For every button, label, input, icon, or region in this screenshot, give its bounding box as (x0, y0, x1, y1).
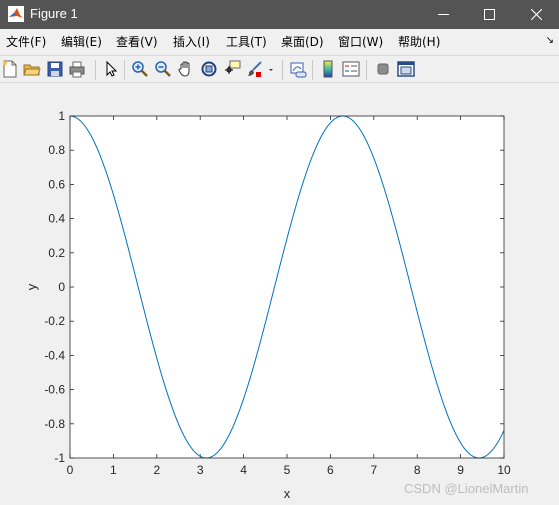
maximize-icon (484, 9, 495, 20)
x-tick-label: 1 (110, 463, 117, 477)
x-tick-label: 2 (153, 463, 160, 477)
zoom-in-button[interactable] (131, 60, 149, 78)
brush-dropdown-button[interactable] (266, 60, 276, 78)
hide-plot-tools-button[interactable] (374, 60, 392, 78)
toolbar-separator (366, 60, 367, 80)
zoom-out-icon (155, 61, 171, 77)
link-plot-button[interactable] (289, 60, 307, 78)
x-tick-labels: 0 1 2 3 4 5 6 7 8 9 10 (67, 463, 511, 477)
insert-legend-button[interactable] (342, 60, 360, 78)
menu-file[interactable]: 文件(F) (6, 34, 46, 50)
menu-edit[interactable]: 编辑(E) (61, 34, 102, 50)
menu-help[interactable]: 帮助(H) (398, 34, 440, 50)
legend-icon (342, 61, 360, 77)
data-cursor-button[interactable] (223, 60, 241, 78)
pointer-icon (106, 60, 118, 77)
show-plot-tools-icon (397, 61, 415, 77)
close-icon (531, 9, 542, 20)
y-tick-label: 0.6 (48, 177, 65, 191)
x-tick-label: 3 (197, 463, 204, 477)
close-button[interactable] (513, 0, 559, 29)
menu-insert[interactable]: 插入(I) (173, 34, 210, 50)
y-tick-label: 0 (58, 280, 65, 294)
menu-desktop[interactable]: 桌面(D) (281, 34, 324, 50)
matlab-logo-icon (8, 6, 24, 22)
x-tick-label: 6 (327, 463, 334, 477)
minimize-button[interactable] (420, 0, 466, 29)
save-button[interactable] (46, 60, 64, 78)
y-tick-label: 0.8 (48, 143, 65, 157)
window-title: Figure 1 (30, 6, 78, 21)
colorbar-icon (323, 60, 333, 78)
new-figure-icon (3, 60, 17, 78)
maximize-button[interactable] (466, 0, 512, 29)
y-tick-label: -0.2 (44, 314, 65, 328)
brush-button[interactable] (246, 60, 264, 78)
title-bar: Figure 1 (0, 0, 559, 29)
open-file-icon (23, 64, 41, 76)
x-tick-label: 4 (240, 463, 247, 477)
y-tick-label: 0.4 (48, 212, 65, 226)
plot-svg[interactable]: 0 1 2 3 4 5 6 7 8 9 10 -1 -0.8 -0.6 -0.4 -0.2 0 0.2 0.4 0.… (0, 84, 559, 505)
print-icon (69, 61, 85, 78)
watermark: CSDN @LionelMartin (404, 481, 529, 496)
toolbar-separator (124, 60, 125, 80)
menu-overflow-arrow-icon[interactable]: ↘ (546, 35, 554, 46)
y-tick-label: -0.6 (44, 383, 65, 397)
menu-view[interactable]: 查看(V) (116, 34, 158, 50)
x-tick-label: 7 (370, 463, 377, 477)
save-icon (47, 61, 63, 77)
zoom-out-button[interactable] (154, 60, 172, 78)
menu-window[interactable]: 窗口(W) (338, 34, 383, 50)
toolbar-separator (312, 60, 313, 80)
y-tick-label: -1 (54, 451, 65, 465)
toolbar-separator (282, 60, 283, 80)
y-tick-label: 1 (58, 109, 65, 123)
minimize-icon (438, 14, 449, 15)
pan-hand-icon (178, 61, 190, 77)
x-tick-label: 0 (67, 463, 74, 477)
y-tick-label: -0.8 (44, 417, 65, 431)
pan-button[interactable] (177, 60, 195, 78)
edit-plot-button[interactable] (102, 60, 120, 78)
new-figure-button[interactable] (1, 60, 19, 78)
y-axis-label: y (24, 283, 39, 290)
x-tick-label: 8 (414, 463, 421, 477)
brush-icon (248, 61, 262, 77)
y-tick-label: -0.4 (44, 348, 65, 362)
zoom-in-icon (132, 61, 148, 77)
print-button[interactable] (68, 60, 86, 78)
insert-colorbar-button[interactable] (319, 60, 337, 78)
data-cursor-icon (225, 60, 241, 74)
menu-tools[interactable]: 工具(T) (226, 34, 267, 50)
chevron-down-icon (269, 69, 273, 71)
hide-plot-tools-icon (377, 63, 389, 75)
x-tick-label: 10 (497, 463, 511, 477)
y-tick-labels: -1 -0.8 -0.6 -0.4 -0.2 0 0.2 0.4 0.6 0.8 1 (44, 109, 65, 465)
x-tick-label: 5 (284, 463, 291, 477)
open-file-button[interactable] (23, 60, 41, 78)
menu-bar: 文件(F) 编辑(E) 查看(V) 插入(I) 工具(T) 桌面(D) 窗口(W… (0, 29, 559, 54)
rotate-3d-button[interactable] (200, 60, 218, 78)
axes-background (70, 116, 504, 458)
show-plot-tools-button[interactable] (397, 60, 415, 78)
link-plot-icon (290, 62, 307, 78)
y-tick-label: 0.2 (48, 246, 65, 260)
rotate-3d-icon (201, 61, 217, 77)
x-tick-label: 9 (457, 463, 464, 477)
toolbar-separator (95, 60, 96, 80)
figure-toolbar (0, 55, 559, 83)
figure-canvas: 0 1 2 3 4 5 6 7 8 9 10 -1 -0.8 -0.6 -0.4 -0.2 0 0.2 0.4 0.… (0, 84, 559, 505)
x-axis-label: x (284, 486, 291, 501)
